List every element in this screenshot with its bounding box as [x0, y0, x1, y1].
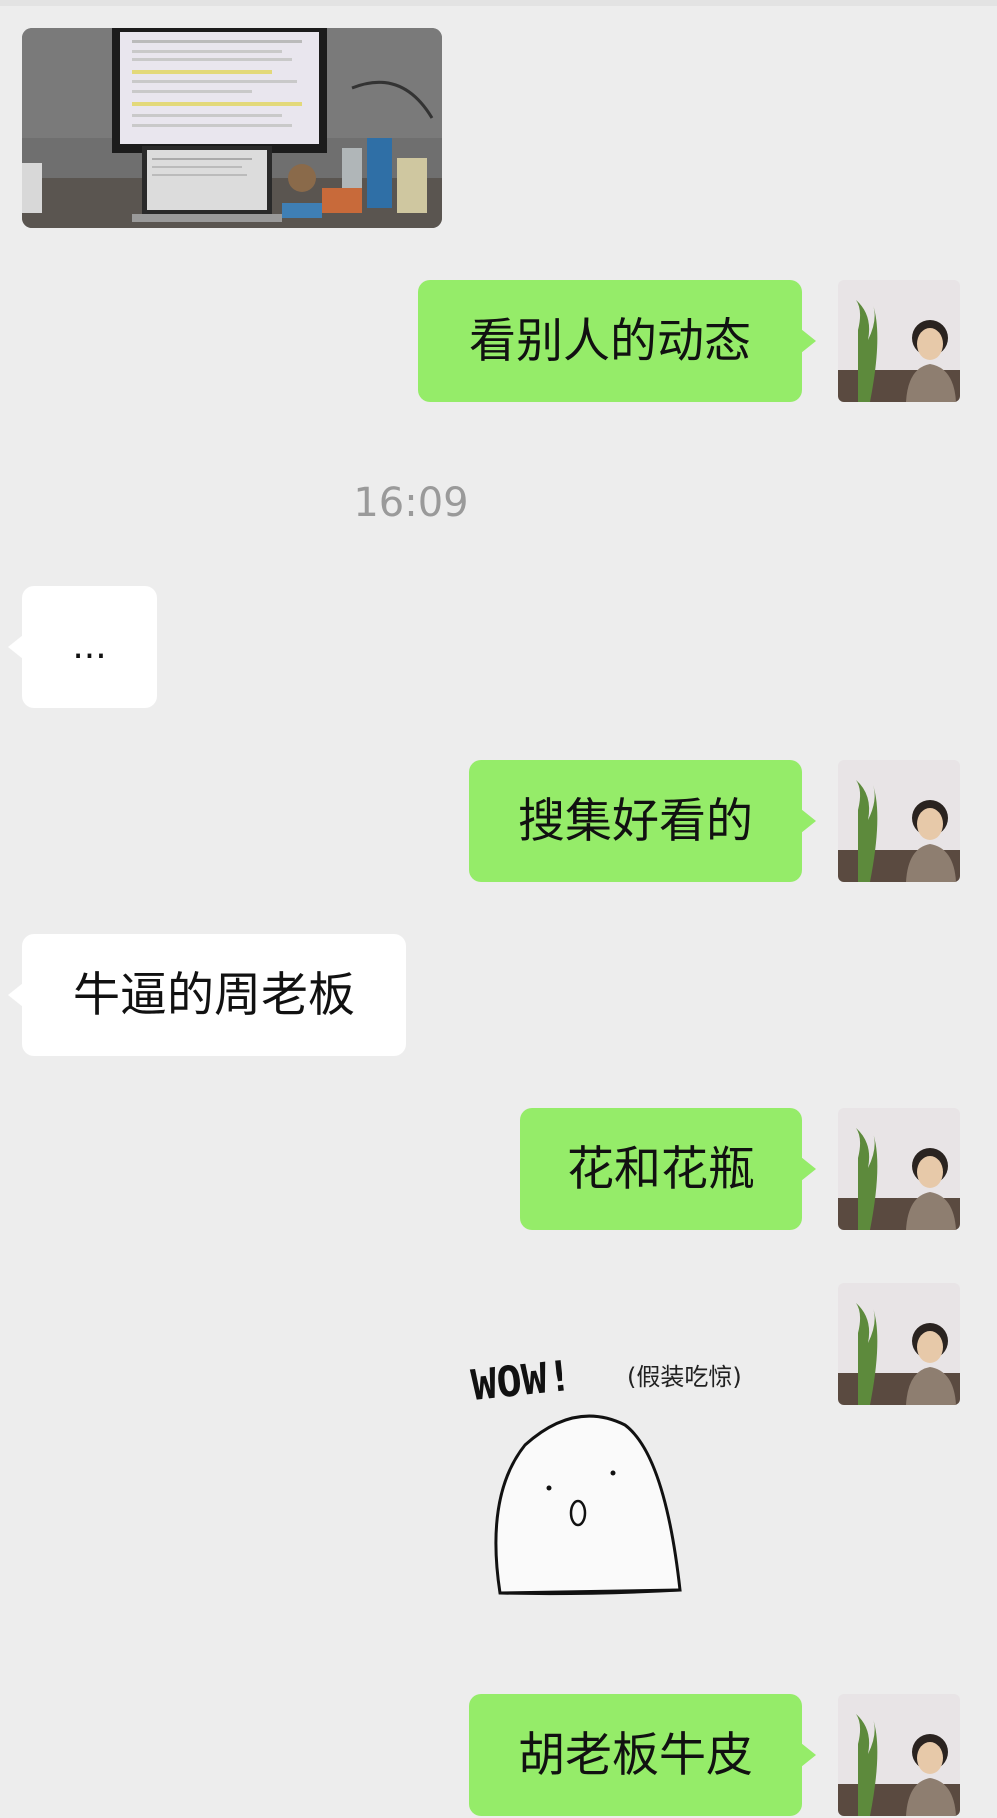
- message-timestamp: 16:09: [353, 480, 469, 526]
- ghost-sticker-image: WOW! (假装吃惊): [469, 1351, 742, 1596]
- top-divider: [0, 0, 997, 6]
- desk-photo-image: [22, 28, 442, 228]
- message-text: 搜集好看的: [518, 793, 753, 849]
- message-text: 花和花瓶: [567, 1141, 755, 1197]
- message-bubble-sent[interactable]: 看别人的动态: [418, 280, 802, 402]
- user-avatar-image: [838, 760, 960, 882]
- message-text: 胡老板牛皮: [518, 1727, 753, 1783]
- user-avatar-image: [838, 1694, 960, 1816]
- avatar[interactable]: [838, 280, 960, 402]
- avatar[interactable]: [838, 760, 960, 882]
- message-bubble-received[interactable]: 牛逼的周老板: [22, 934, 406, 1056]
- message-bubble-sent[interactable]: 花和花瓶: [520, 1108, 802, 1230]
- sticker-sub-text: (假装吃惊): [627, 1363, 742, 1391]
- message-text: 看别人的动态: [469, 313, 751, 369]
- avatar[interactable]: [838, 1283, 960, 1405]
- message-bubble-sent[interactable]: 搜集好看的: [469, 760, 802, 882]
- user-avatar-image: [838, 1108, 960, 1230]
- message-text: 牛逼的周老板: [73, 967, 355, 1023]
- message-bubble-sent[interactable]: 胡老板牛皮: [469, 1694, 802, 1816]
- avatar[interactable]: [838, 1108, 960, 1230]
- image-message-desk-photo[interactable]: [22, 28, 442, 228]
- sticker-main-text: WOW!: [469, 1351, 575, 1410]
- message-text: ...: [72, 626, 107, 667]
- user-avatar-image: [838, 280, 960, 402]
- message-bubble-received[interactable]: ...: [22, 586, 157, 708]
- sticker-message-wow[interactable]: WOW! (假装吃惊): [465, 1345, 770, 1605]
- user-avatar-image: [838, 1283, 960, 1405]
- avatar[interactable]: [838, 1694, 960, 1816]
